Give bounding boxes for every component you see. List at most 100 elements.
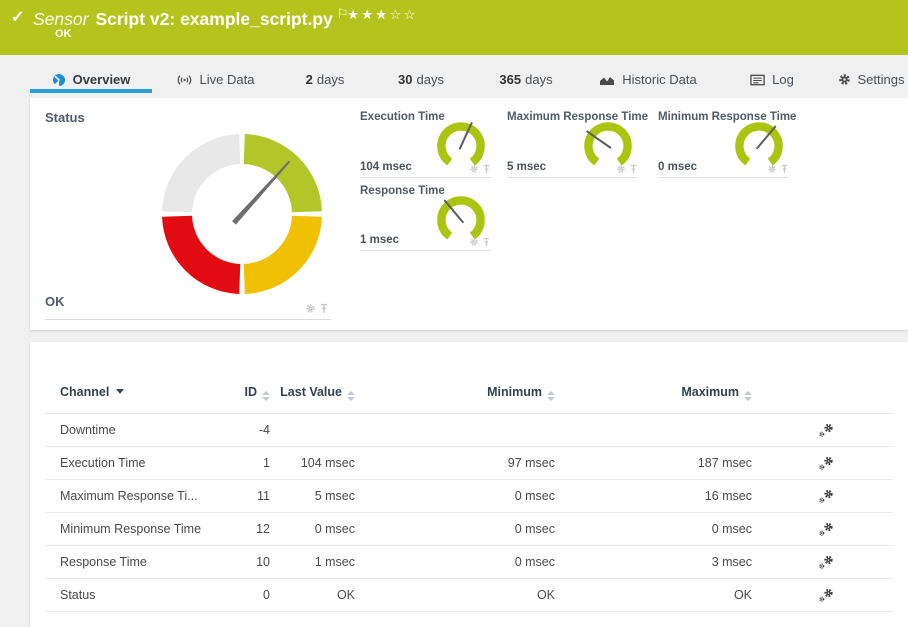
channel-name: Minimum Response Time xyxy=(45,522,230,536)
pin-icon[interactable] xyxy=(319,303,329,314)
channel-settings-icon[interactable] xyxy=(818,588,835,603)
column-header-id[interactable]: ID xyxy=(230,384,270,401)
channel-maximum: 0 msec xyxy=(555,522,752,536)
channel-table-header: Channel ID Last Value Minimum Maximum xyxy=(45,342,893,414)
channel-minimum: 0 msec xyxy=(355,555,555,569)
pin-icon[interactable] xyxy=(482,237,491,247)
tab-365-days-number: 365 xyxy=(499,72,521,87)
tab-overview-label: Overview xyxy=(73,72,131,87)
priority-stars[interactable]: ★★★☆☆ xyxy=(347,7,418,23)
tab-2-days-unit: days xyxy=(317,72,344,87)
sort-desc-icon xyxy=(116,389,124,394)
mini-gauge-maximum-response-time: Maximum Response Time 5 msec xyxy=(507,111,638,178)
channel-name: Execution Time xyxy=(45,456,230,470)
channel-minimum: 0 msec xyxy=(355,522,555,536)
pin-icon[interactable] xyxy=(482,164,491,174)
tab-settings[interactable]: Settings xyxy=(830,66,908,93)
ok-check-icon: ✓ xyxy=(11,7,24,27)
divider xyxy=(45,319,331,320)
tab-30-days[interactable]: 30 days xyxy=(383,66,459,93)
channel-settings-icon[interactable] xyxy=(818,522,835,537)
gauge-segment-gray xyxy=(177,149,240,212)
active-tab-underline xyxy=(30,89,152,93)
channel-gear-icon[interactable] xyxy=(305,303,316,314)
channel-minimum: 0 msec xyxy=(355,489,555,503)
channel-minimum: 97 msec xyxy=(355,456,555,470)
channel-id: -4 xyxy=(230,423,270,437)
status-gauge xyxy=(157,129,327,299)
table-row: Minimum Response Time 12 0 msec 0 msec 0… xyxy=(45,513,893,546)
sensor-status-banner: ✓ SensorScript v2: example_script.py⚐ ★★… xyxy=(0,0,908,55)
channel-gear-icon[interactable] xyxy=(469,164,479,174)
tab-log-label: Log xyxy=(772,72,794,87)
table-row: Response Time 10 1 msec 0 msec 3 msec xyxy=(45,546,893,579)
channel-settings-icon[interactable] xyxy=(818,489,835,504)
channel-gear-icon[interactable] xyxy=(469,237,479,247)
channel-id: 1 xyxy=(230,456,270,470)
mini-gauge-value: 104 msec xyxy=(360,161,412,173)
status-gauge-value: OK xyxy=(45,294,65,309)
tab-historic-data[interactable]: Historic Data xyxy=(590,66,706,93)
channel-minimum: OK xyxy=(355,588,555,602)
object-kind-label: Sensor xyxy=(33,9,88,29)
column-header-channel[interactable]: Channel xyxy=(45,384,230,401)
table-row: Status 0 OK OK OK xyxy=(45,579,893,612)
channel-last-value: 0 msec xyxy=(270,522,355,536)
sensor-title-line: SensorScript v2: example_script.py⚐ xyxy=(33,6,348,30)
column-header-maximum[interactable]: Maximum xyxy=(555,384,752,401)
mini-gauge-value: 1 msec xyxy=(360,234,399,246)
sort-icon xyxy=(347,391,355,401)
channel-id: 10 xyxy=(230,555,270,569)
table-row: Execution Time 1 104 msec 97 msec 187 ms… xyxy=(45,447,893,480)
sort-icon xyxy=(262,391,270,401)
tab-365-days[interactable]: 365 days xyxy=(486,66,566,93)
channel-maximum: 3 msec xyxy=(555,555,752,569)
channel-id: 12 xyxy=(230,522,270,536)
sort-icon xyxy=(547,391,555,401)
sensor-name: Script v2: example_script.py xyxy=(95,9,332,29)
channel-gear-icon[interactable] xyxy=(616,164,626,174)
channel-name: Status xyxy=(45,588,230,602)
channel-gear-icon[interactable] xyxy=(767,164,777,174)
tab-bar: Overview Live Data 2 days 30 days 365 da… xyxy=(0,55,908,98)
tab-log[interactable]: Log xyxy=(740,66,804,93)
pin-icon[interactable] xyxy=(629,164,638,174)
overview-gauges-panel: Status OK Execution Time 104 msec xyxy=(30,98,908,330)
channel-settings-icon[interactable] xyxy=(818,555,835,570)
mini-gauge-minimum-response-time: Minimum Response Time 0 msec xyxy=(658,111,789,178)
channel-maximum: 187 msec xyxy=(555,456,752,470)
channel-id: 0 xyxy=(230,588,270,602)
gear-icon xyxy=(838,73,851,86)
channel-maximum: OK xyxy=(555,588,752,602)
column-header-last-value[interactable]: Last Value xyxy=(270,384,355,401)
gauge-icon xyxy=(52,73,66,87)
column-header-minimum[interactable]: Minimum xyxy=(355,384,555,401)
tab-historic-data-label: Historic Data xyxy=(622,72,696,87)
channel-settings-icon[interactable] xyxy=(818,456,835,471)
channel-name: Maximum Response Ti... xyxy=(45,489,230,503)
tab-365-days-unit: days xyxy=(525,72,552,87)
broadcast-icon xyxy=(176,74,193,86)
mini-gauge-execution-time: Execution Time 104 msec xyxy=(360,111,491,178)
area-chart-icon xyxy=(599,74,615,86)
channel-last-value: 104 msec xyxy=(270,456,355,470)
pin-icon[interactable] xyxy=(780,164,789,174)
channel-last-value: OK xyxy=(270,588,355,602)
table-row: Downtime -4 xyxy=(45,414,893,447)
tab-live-data[interactable]: Live Data xyxy=(163,66,267,93)
table-row: Maximum Response Ti... 11 5 msec 0 msec … xyxy=(45,480,893,513)
gauge-segment-red xyxy=(177,216,240,279)
channel-settings-icon[interactable] xyxy=(818,423,835,438)
status-gauge-needle xyxy=(232,159,291,224)
channel-name: Downtime xyxy=(45,423,230,437)
tab-2-days[interactable]: 2 days xyxy=(288,66,362,93)
channel-maximum: 16 msec xyxy=(555,489,752,503)
tab-30-days-number: 30 xyxy=(398,72,412,87)
mini-gauge-response-time: Response Time 1 msec xyxy=(360,185,491,251)
tab-2-days-number: 2 xyxy=(306,72,313,87)
log-list-icon xyxy=(750,74,765,86)
mini-gauge-value: 5 msec xyxy=(507,161,546,173)
tab-30-days-unit: days xyxy=(417,72,444,87)
channel-name: Response Time xyxy=(45,555,230,569)
gauge-segment-yellow xyxy=(244,216,307,279)
